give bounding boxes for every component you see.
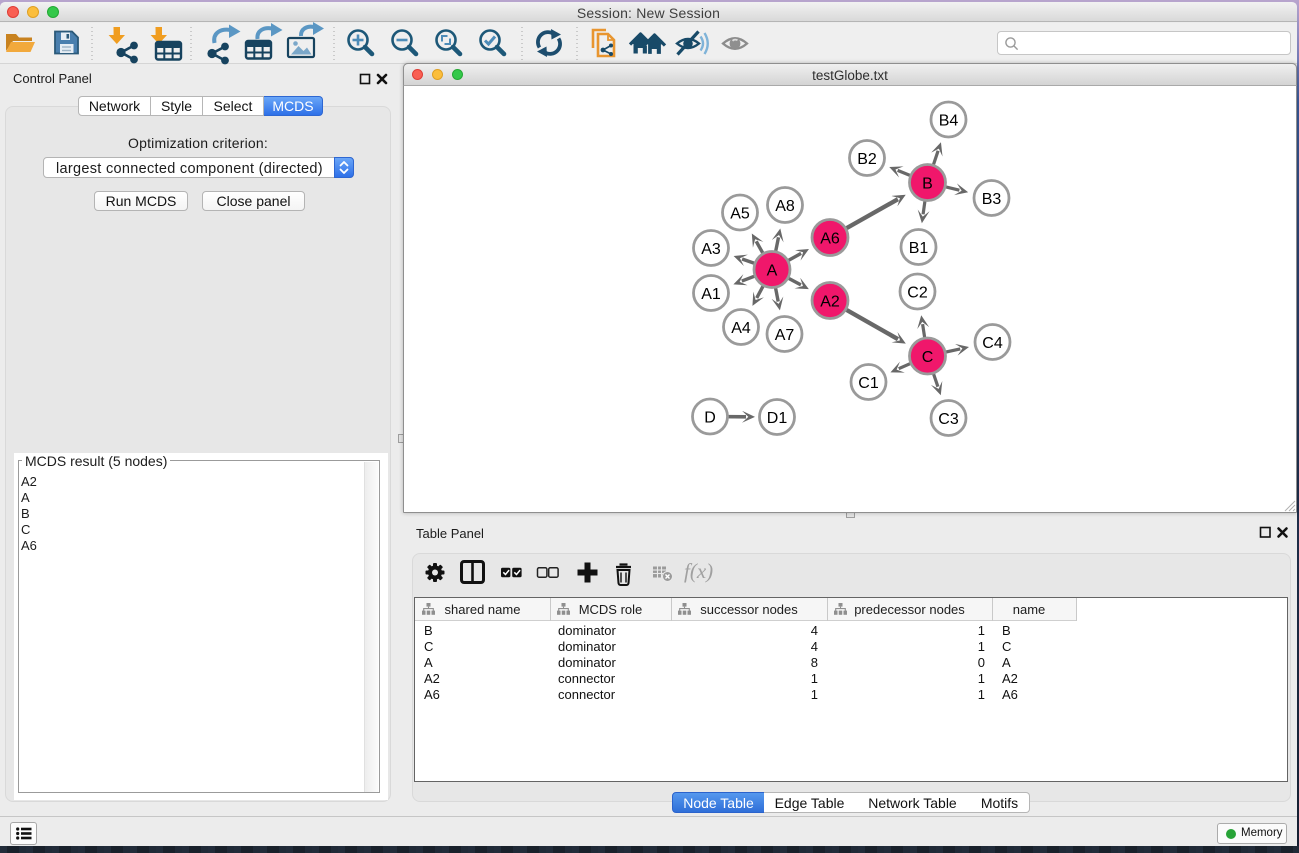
svg-text:A2: A2 <box>820 294 840 311</box>
svg-text:C3: C3 <box>938 411 959 428</box>
svg-text:B3: B3 <box>982 191 1002 208</box>
svg-text:A5: A5 <box>730 206 750 223</box>
svg-text:A3: A3 <box>701 241 721 258</box>
svg-text:A: A <box>767 263 778 280</box>
svg-text:C: C <box>922 349 934 366</box>
svg-text:A7: A7 <box>775 327 795 344</box>
svg-text:B2: B2 <box>857 151 877 168</box>
svg-text:C2: C2 <box>907 285 928 302</box>
svg-text:C1: C1 <box>858 375 879 392</box>
svg-text:A6: A6 <box>820 231 840 248</box>
svg-text:B1: B1 <box>909 240 929 257</box>
svg-text:A4: A4 <box>731 320 751 337</box>
svg-text:A1: A1 <box>701 286 721 303</box>
svg-text:A8: A8 <box>775 198 795 215</box>
svg-text:D: D <box>704 410 716 427</box>
svg-text:D1: D1 <box>767 410 788 427</box>
svg-text:C4: C4 <box>982 335 1003 352</box>
svg-text:B: B <box>922 176 933 193</box>
svg-text:B4: B4 <box>939 113 959 130</box>
